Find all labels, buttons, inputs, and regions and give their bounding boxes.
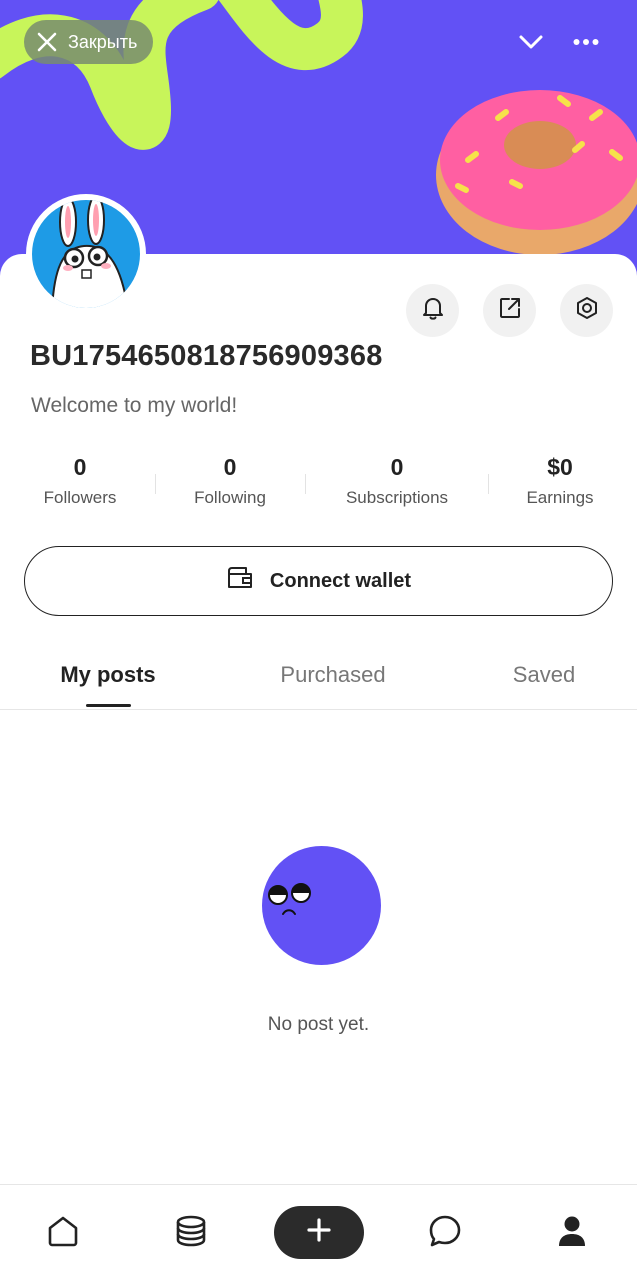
active-tab-indicator [86,704,131,707]
username: BU1754650818756909368 [30,340,383,372]
stat-value: 0 [390,454,404,480]
tab-purchased[interactable]: Purchased [258,662,408,688]
close-label: Закрыть [68,31,138,52]
close-icon [36,31,58,53]
stat-divider [305,474,306,494]
stat-value: 0 [223,454,237,480]
wallet-icon [226,566,254,596]
stat-following[interactable]: 0 Following [180,450,280,508]
stat-value: 0 [73,454,87,480]
create-post-button[interactable] [274,1206,364,1259]
tab-saved[interactable]: Saved [494,662,594,688]
home-icon [46,1214,80,1253]
stat-earnings[interactable]: $0 Earnings [515,450,605,508]
nav-chat[interactable] [416,1185,474,1280]
notifications-button[interactable] [406,284,459,337]
stat-label: Following [194,488,266,507]
stat-label: Followers [43,488,117,507]
profile-icon [557,1215,587,1252]
nav-home[interactable] [34,1185,92,1280]
stat-followers[interactable]: 0 Followers [30,450,130,508]
stat-label: Subscriptions [345,488,449,507]
stat-value: $0 [547,454,573,480]
stat-divider [488,474,489,494]
close-button[interactable]: Закрыть [24,20,154,64]
content-tabs: My posts Purchased Saved [0,648,637,710]
tab-my-posts[interactable]: My posts [48,662,168,688]
share-icon [497,295,523,326]
connect-wallet-button[interactable]: Connect wallet [24,546,613,616]
bell-icon [420,295,446,326]
nav-assets[interactable] [162,1185,220,1280]
connect-wallet-label: Connect wallet [269,569,412,592]
stat-subscriptions[interactable]: 0 Subscriptions [332,450,462,508]
plus-icon [307,1218,331,1247]
settings-icon [574,295,600,326]
chevron-down-icon[interactable] [511,22,551,62]
nav-profile[interactable] [543,1185,601,1280]
empty-state-text: No post yet. [267,1014,370,1035]
bio: Welcome to my world! [31,394,238,417]
stat-label: Earnings [526,488,594,507]
chat-icon [428,1214,462,1253]
more-icon[interactable] [566,22,606,62]
avatar-image [32,200,140,308]
stat-divider [155,474,156,494]
avatar[interactable] [26,194,146,314]
settings-button[interactable] [560,284,613,337]
share-button[interactable] [483,284,536,337]
empty-state-illustration [262,846,381,965]
profile-stats: 0 Followers 0 Following 0 Subscriptions … [0,450,637,520]
database-icon [174,1214,208,1253]
